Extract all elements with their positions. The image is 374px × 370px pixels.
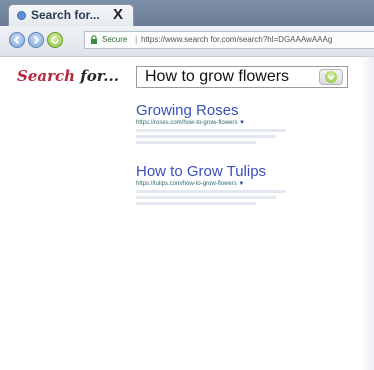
tab-title: Search for... (31, 8, 100, 22)
tab-search-for[interactable]: Search for... X (8, 4, 134, 26)
search-result: Growing Roses https://roses.com/how-to-g… (136, 102, 296, 144)
snippet-line (136, 190, 286, 193)
forward-button[interactable] (28, 32, 44, 48)
result-url: https://roses.com/how-to-grow-flowers ▼ (136, 120, 245, 126)
snippet-line (136, 202, 256, 205)
snippet-line (136, 141, 256, 144)
result-url: https://tulips.com/how-to-grow-flowers ▼ (136, 181, 245, 187)
forward-arrow-icon (33, 35, 40, 45)
snippet-line (136, 196, 276, 199)
logo-for-word: for... (75, 67, 119, 85)
close-tab-icon[interactable]: X (113, 6, 123, 23)
snippet-line (136, 135, 276, 138)
page-edge-shade (360, 56, 374, 370)
url-dropdown-icon[interactable]: ▼ (239, 120, 245, 126)
snippet-line (136, 129, 286, 132)
back-arrow-icon (13, 35, 20, 45)
search-input[interactable] (137, 67, 313, 87)
site-logo: Search for... (17, 67, 119, 85)
result-title-link[interactable]: How to Grow Tulips (136, 163, 296, 180)
result-title-link[interactable]: Growing Roses (136, 102, 296, 119)
back-button[interactable] (9, 32, 25, 48)
search-box (136, 66, 348, 88)
secure-label: Secure (102, 35, 128, 44)
browser-toolbar: Secure | https://www.search for.com/sear… (0, 26, 374, 57)
address-bar[interactable]: Secure | https://www.search for.com/sear… (84, 31, 374, 49)
search-go-button[interactable] (319, 69, 343, 85)
url-dropdown-icon[interactable]: ▼ (238, 181, 244, 187)
logo-search-word: Search (17, 67, 76, 85)
page-favicon-icon (17, 11, 26, 20)
reload-button[interactable] (47, 32, 63, 48)
search-result: How to Grow Tulips https://tulips.com/ho… (136, 163, 296, 205)
url-separator: | (135, 34, 138, 44)
browser-window: Search for... X Secure | https://www.sea… (0, 0, 374, 370)
lock-icon (91, 35, 97, 44)
chevron-down-icon (327, 74, 335, 81)
url-text: https://www.search for.com/search?hl=DGA… (141, 35, 333, 44)
tab-strip: Search for... X (0, 0, 374, 26)
reload-icon (51, 35, 59, 44)
